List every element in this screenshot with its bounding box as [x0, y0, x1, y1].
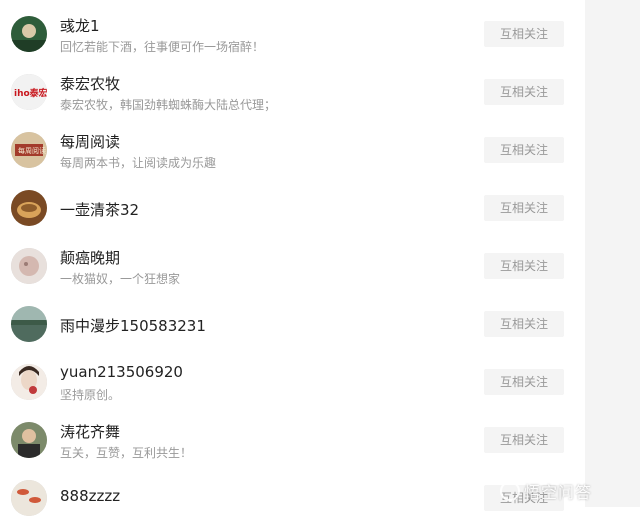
user-name[interactable]: 颠癌晚期 [60, 247, 120, 268]
list-item: yuan213506920 坚持原创。 互相关注 [0, 353, 585, 411]
user-name[interactable]: 泰宏农牧 [60, 73, 120, 94]
right-gutter [585, 0, 640, 507]
user-name[interactable]: 一壶清茶32 [60, 199, 139, 220]
avatar[interactable] [11, 190, 47, 226]
list-item: 一壶清茶32 互相关注 [0, 179, 585, 237]
user-name[interactable]: 雨中漫步150583231 [60, 315, 206, 336]
user-description: 泰宏农牧，韩国劲韩蜘蛛酶大陆总代理； [60, 98, 277, 112]
user-name[interactable]: 888zzzz [60, 487, 120, 505]
user-name[interactable]: 每周阅读 [60, 131, 120, 152]
user-description: 每周两本书，让阅读成为乐趣 [60, 156, 217, 170]
watermark-text: 悟空问答 [524, 483, 593, 502]
avatar[interactable] [11, 480, 47, 516]
follow-button[interactable]: 互相关注 [484, 427, 564, 453]
avatar[interactable]: 每周阅读 [11, 132, 47, 168]
list-item: 涛花齐舞 互关，互赞，互利共生！ 互相关注 [0, 411, 585, 469]
user-name[interactable]: yuan213506920 [60, 363, 183, 381]
follow-button[interactable]: 互相关注 [484, 137, 564, 163]
user-name[interactable]: 涛花齐舞 [60, 421, 120, 442]
avatar[interactable] [11, 422, 47, 458]
wukong-logo-icon [500, 481, 520, 501]
follow-button[interactable]: 互相关注 [484, 79, 564, 105]
list-item: 每周阅读 每周阅读 每周两本书，让阅读成为乐趣 互相关注 [0, 121, 585, 179]
watermark: 悟空问答 [500, 477, 592, 505]
follow-button[interactable]: 互相关注 [484, 21, 564, 47]
user-description: 坚持原创。 [60, 388, 121, 402]
svg-text:每周阅读: 每周阅读 [18, 146, 46, 155]
avatar[interactable] [11, 16, 47, 52]
user-description: 一枚猫奴，一个狂想家 [60, 272, 181, 286]
follow-button[interactable]: 互相关注 [484, 311, 564, 337]
svg-text:iho泰宏: iho泰宏 [14, 87, 47, 99]
user-name[interactable]: 彧龙1 [60, 15, 100, 36]
follow-button[interactable]: 互相关注 [484, 195, 564, 221]
list-item: 彧龙1 回忆若能下酒，往事便可作一场宿醉！ 互相关注 [0, 5, 585, 63]
avatar[interactable] [11, 306, 47, 342]
list-item: iho泰宏 泰宏农牧 泰宏农牧，韩国劲韩蜘蛛酶大陆总代理； 互相关注 [0, 63, 585, 121]
avatar[interactable] [11, 248, 47, 284]
list-item: 888zzzz 互相关注 [0, 469, 585, 527]
avatar[interactable] [11, 364, 47, 400]
follow-button[interactable]: 互相关注 [484, 253, 564, 279]
user-description: 互关，互赞，互利共生！ [60, 446, 193, 460]
avatar[interactable]: iho泰宏 [11, 74, 47, 110]
list-item: 颠癌晚期 一枚猫奴，一个狂想家 互相关注 [0, 237, 585, 295]
user-description: 回忆若能下酒，往事便可作一场宿醉！ [60, 40, 265, 54]
follow-button[interactable]: 互相关注 [484, 369, 564, 395]
list-item: 雨中漫步150583231 互相关注 [0, 295, 585, 353]
